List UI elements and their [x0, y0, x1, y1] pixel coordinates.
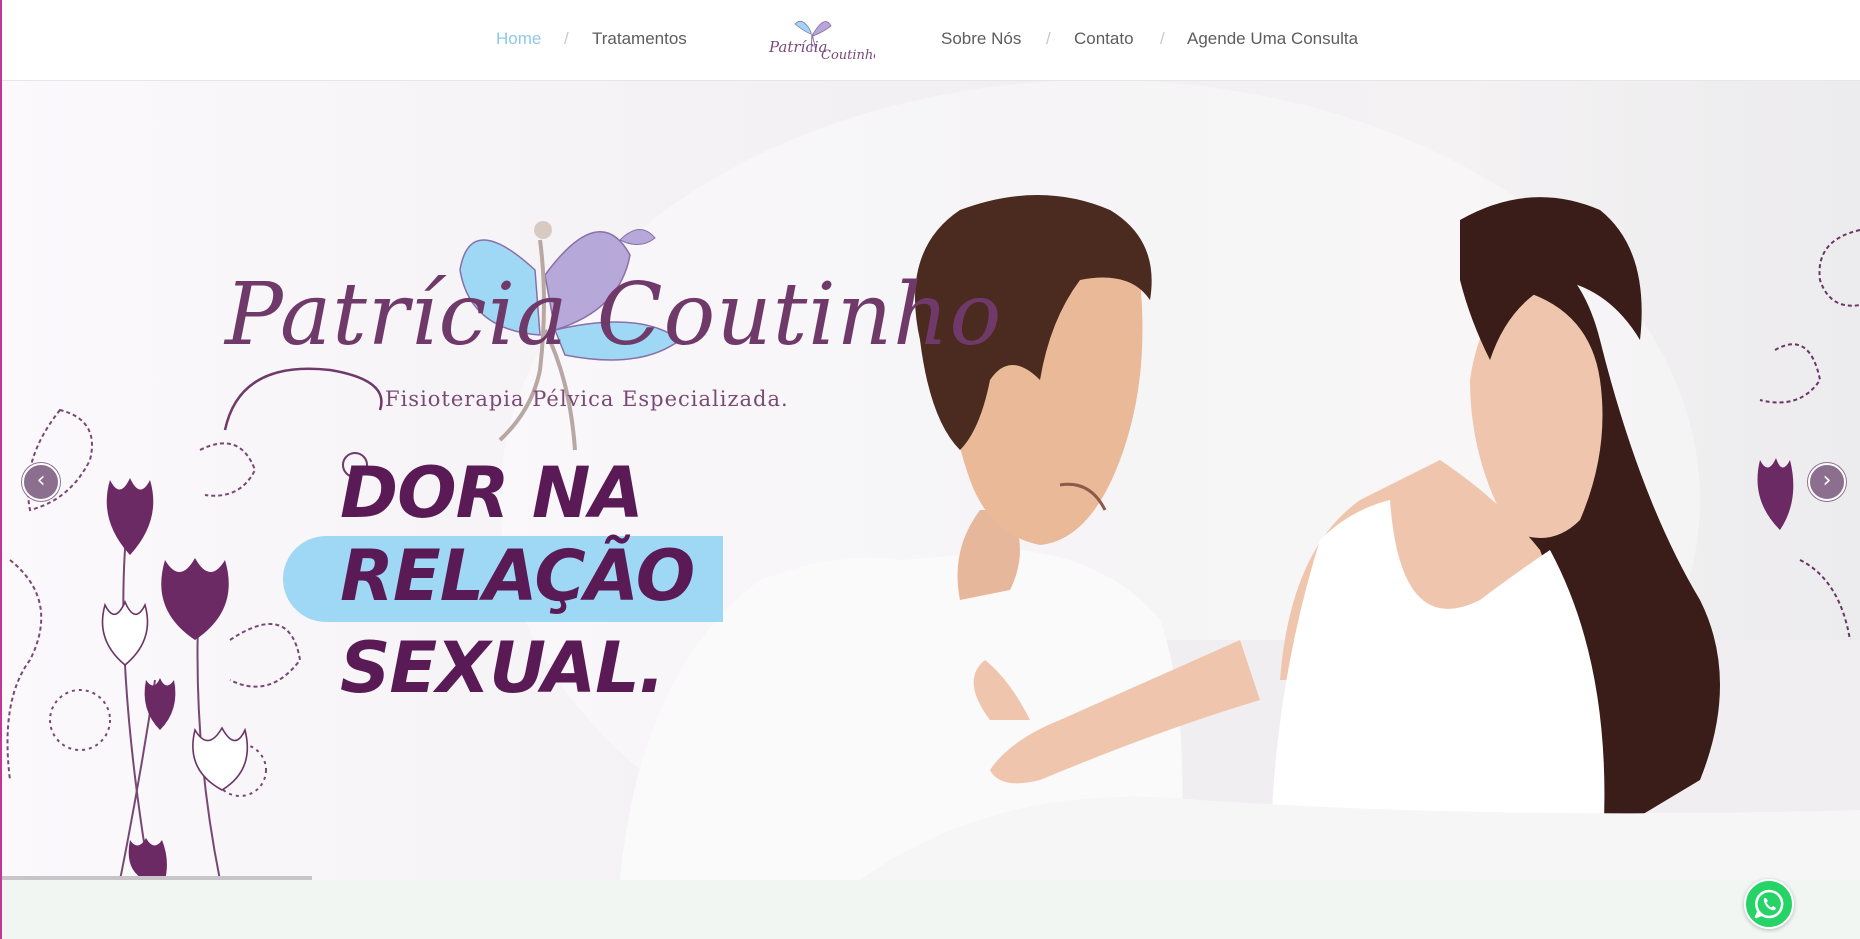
svg-text:Coutinho: Coutinho [821, 48, 875, 63]
content-section-top [0, 880, 1860, 939]
headline-line-2: RELAÇÃO [340, 535, 695, 617]
brand-name: Patrícia Coutinho [225, 265, 1003, 365]
slider-prev-button[interactable]: ‹ [22, 463, 60, 501]
chevron-right-icon: › [1822, 468, 1832, 493]
logo-mark: Patrícia Coutinho [768, 20, 881, 63]
nav-sobre-link[interactable]: Sobre Nós [941, 29, 1021, 49]
nav-contato-link[interactable]: Contato [1074, 29, 1134, 49]
brand-tagline: Fisioterapia Pélvica Especializada. [385, 387, 789, 411]
page-edge-accent [0, 0, 2, 939]
site-header: Home / Tratamentos Patrícia Coutinho Sob… [0, 0, 1860, 81]
nav-agende-link[interactable]: Agende Uma Consulta [1187, 29, 1358, 49]
headline-line-1: DOR NA [340, 452, 644, 534]
nav-separator: / [1046, 29, 1051, 48]
nav-tratamentos-link[interactable]: Tratamentos [592, 29, 687, 49]
slider-next-button[interactable]: › [1808, 463, 1846, 501]
hero-slider: Patrícia Coutinho Fisioterapia Pélvica E… [0, 80, 1860, 880]
header-logo[interactable]: Patrícia Coutinho [765, 12, 881, 68]
nav-separator: / [1160, 29, 1165, 48]
headline-line-3: SEXUAL. [340, 627, 665, 709]
chevron-left-icon: ‹ [36, 468, 46, 493]
svg-text:Patrícia: Patrícia [768, 38, 828, 56]
nav-home-link[interactable]: Home [496, 29, 541, 49]
nav-separator: / [564, 29, 569, 48]
hero-illustration [6, 80, 1860, 880]
whatsapp-button[interactable] [1744, 879, 1794, 929]
whatsapp-icon [1754, 889, 1784, 919]
